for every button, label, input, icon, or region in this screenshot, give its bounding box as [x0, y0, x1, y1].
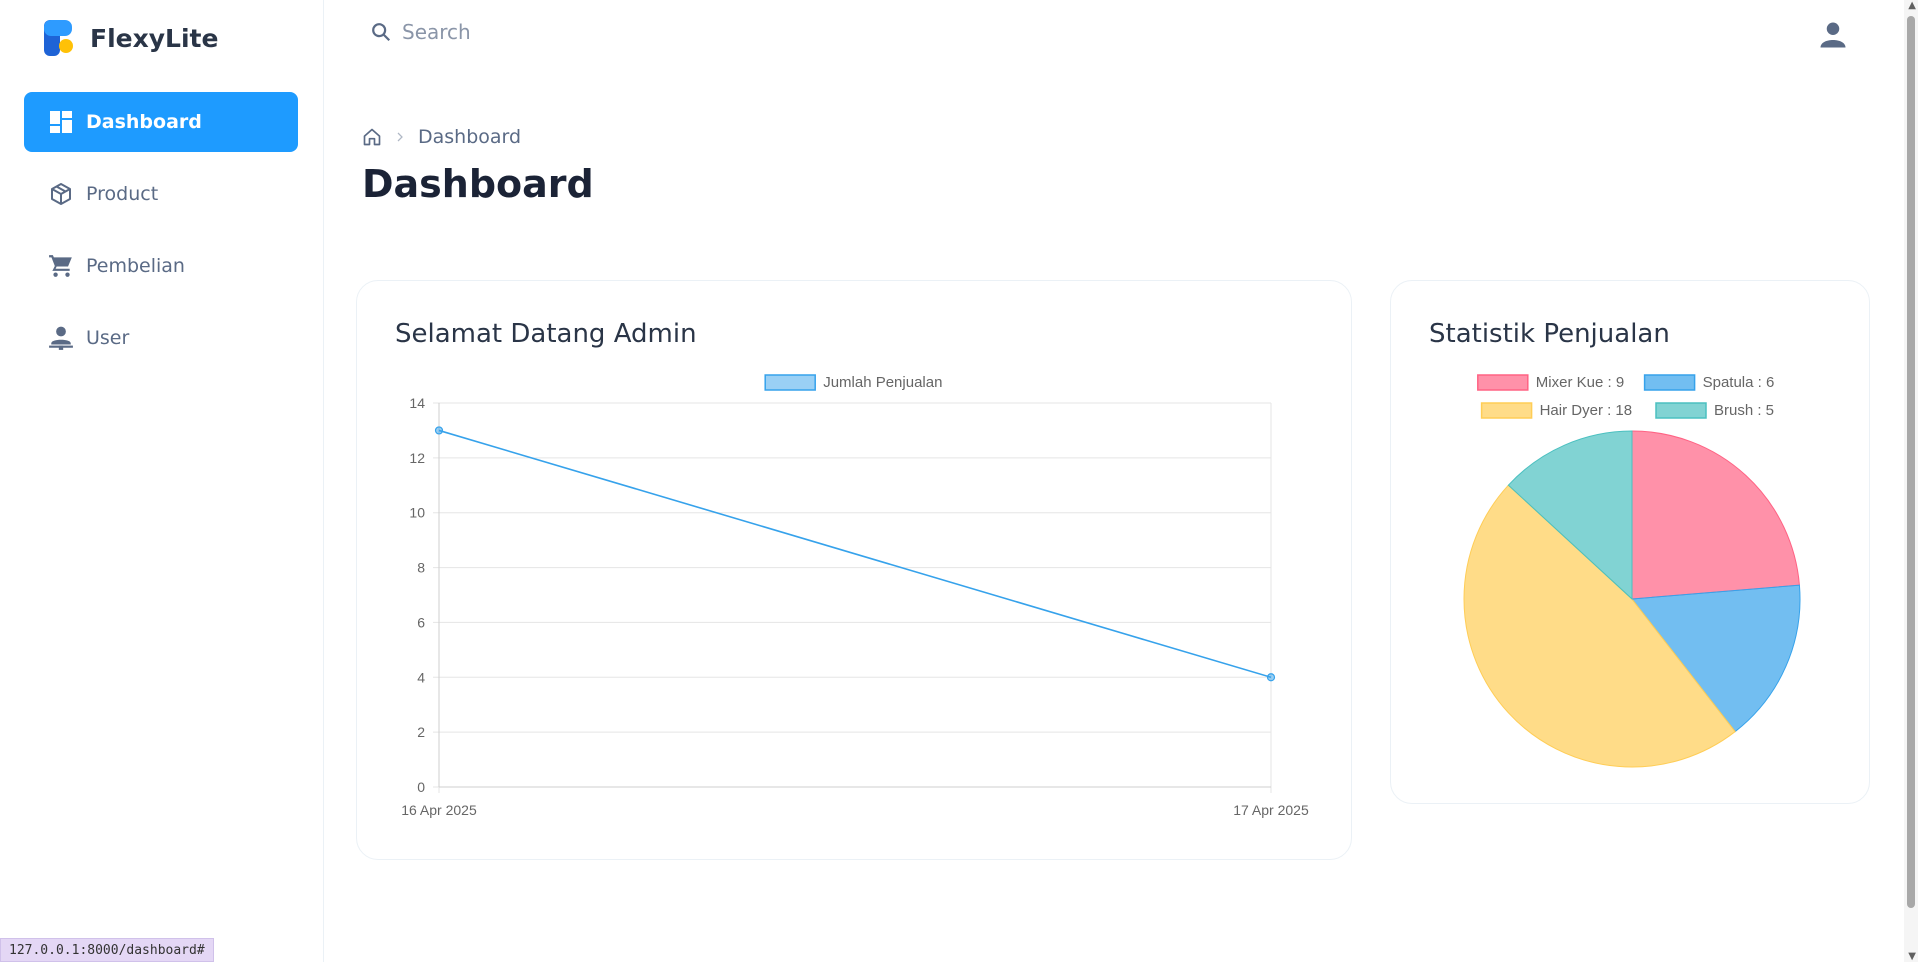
- sidebar-item-label: Pembelian: [86, 255, 185, 277]
- legend-swatch: [1482, 403, 1532, 418]
- sidebar-item-user[interactable]: User: [24, 308, 298, 368]
- x-tick-label: 16 Apr 2025: [401, 802, 477, 818]
- y-tick-label: 14: [409, 395, 425, 411]
- legend-swatch: [1645, 375, 1695, 390]
- scroll-up-icon[interactable]: ▲: [1908, 0, 1916, 11]
- legend-swatch: [1478, 375, 1528, 390]
- legend-label: Brush : 5: [1714, 402, 1774, 419]
- y-tick-label: 10: [409, 505, 425, 521]
- stats-card: Statistik Penjualan Mixer Kue : 9Spatula…: [1390, 280, 1870, 804]
- x-tick-label: 17 Apr 2025: [1233, 802, 1309, 818]
- sidebar-item-label: Dashboard: [86, 111, 202, 133]
- series-line: [439, 430, 1271, 677]
- legend-label: Hair Dyer : 18: [1540, 402, 1633, 419]
- scrollbar-thumb[interactable]: [1907, 16, 1915, 908]
- profile-icon: [1818, 20, 1848, 50]
- y-tick-label: 12: [409, 450, 425, 466]
- sidebar: FlexyLite Dashboard Product Pembelian Us…: [0, 0, 324, 962]
- sidebar-item-dashboard[interactable]: Dashboard: [24, 92, 298, 152]
- y-tick-label: 0: [417, 779, 425, 795]
- search-input[interactable]: Search: [402, 20, 471, 44]
- sidebar-item-label: User: [86, 327, 129, 349]
- page-title: Dashboard: [362, 162, 594, 206]
- user-icon: [48, 325, 74, 351]
- sidebar-item-label: Product: [86, 183, 158, 205]
- dashboard-icon: [48, 109, 74, 135]
- y-tick-label: 6: [417, 614, 425, 630]
- topbar: Search: [324, 0, 1918, 72]
- legend-swatch: [765, 375, 815, 390]
- status-bar-url: 127.0.0.1:8000/dashboard#: [0, 938, 214, 962]
- legend-label: Spatula : 6: [1703, 374, 1775, 391]
- home-icon[interactable]: [362, 127, 382, 147]
- scroll-down-icon[interactable]: ▼: [1908, 951, 1916, 962]
- sidebar-item-product[interactable]: Product: [24, 164, 298, 224]
- y-tick-label: 8: [417, 560, 425, 576]
- welcome-card: Selamat Datang Admin Jumlah Penjualan024…: [356, 280, 1352, 860]
- profile-button[interactable]: [1818, 20, 1848, 54]
- logo-icon: [42, 18, 76, 58]
- data-point: [436, 427, 443, 434]
- search-icon: [370, 21, 392, 43]
- chevron-right-icon: [394, 131, 406, 143]
- brand[interactable]: FlexyLite: [42, 18, 218, 58]
- data-point: [1268, 674, 1275, 681]
- pie-chart: Mixer Kue : 9 Spatula : 6 Hair Dyer : 18 Br…: [1391, 281, 1871, 805]
- y-tick-label: 4: [417, 669, 425, 685]
- breadcrumb-current: Dashboard: [418, 126, 521, 148]
- sidebar-item-pembelian[interactable]: Pembelian: [24, 236, 298, 296]
- box-icon: [48, 181, 74, 207]
- pie-slice: [1632, 431, 1799, 599]
- app-name: FlexyLite: [90, 24, 218, 53]
- y-tick-label: 2: [417, 724, 425, 740]
- search-box[interactable]: Search: [370, 20, 471, 44]
- legend-swatch: [1656, 403, 1706, 418]
- cart-icon: [48, 253, 74, 279]
- breadcrumb: Dashboard: [362, 126, 521, 148]
- legend-label: Jumlah Penjualan: [823, 374, 942, 391]
- scrollbar[interactable]: ▲ ▼: [1904, 0, 1918, 962]
- line-chart: Jumlah Penjualan 0 2 4 6 8 10 12 14 16 Apr 2025 17…: [357, 281, 1353, 861]
- legend-label: Mixer Kue : 9: [1536, 374, 1624, 391]
